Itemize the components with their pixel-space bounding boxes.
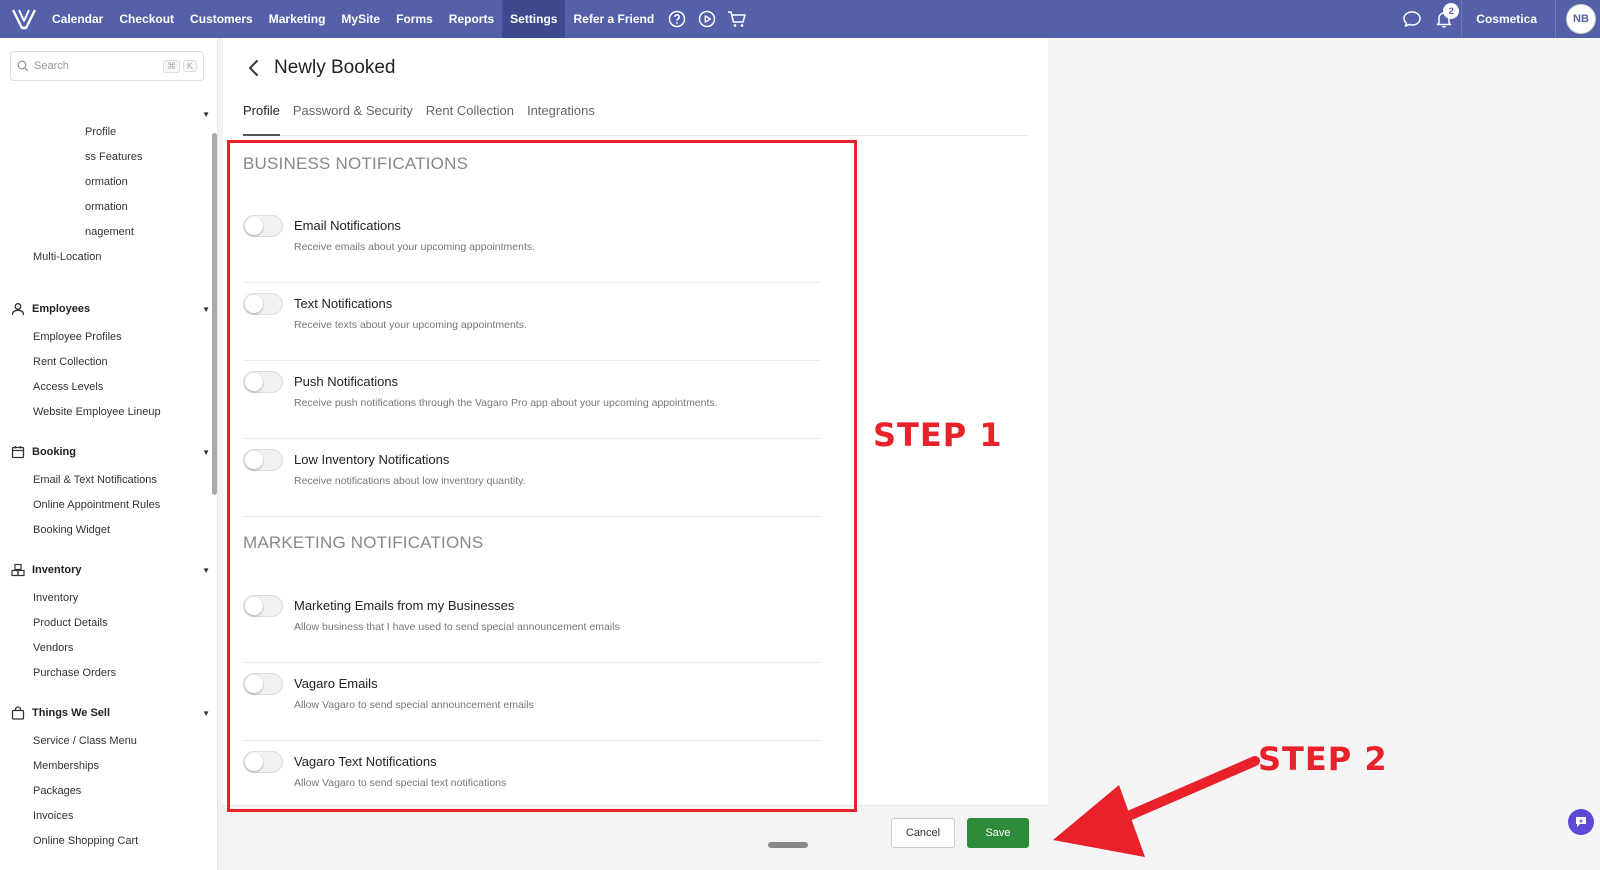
caret-down-icon: ▼ [202, 110, 210, 119]
sidebar-item-rent-collection[interactable]: Rent Collection [0, 350, 212, 375]
sidebar-head-label: Booking [32, 446, 76, 458]
help-icon[interactable] [662, 0, 692, 38]
back-chevron-icon[interactable] [245, 58, 263, 78]
calendar-icon [10, 444, 26, 460]
action-footer: Cancel Save [223, 805, 1048, 870]
sidebar-head-label: Employees [32, 303, 91, 315]
sidebar-group-booking: Booking ▼ Email & Text Notifications Onl… [0, 442, 212, 543]
sidebar-group-things-we-sell: Things We Sell ▼ Service / Class Menu Me… [0, 703, 212, 854]
nav-divider [1555, 0, 1556, 38]
chat-icon[interactable] [1397, 0, 1427, 38]
step1-label: STEP 1 [873, 416, 1003, 454]
sidebar-head-things-we-sell[interactable]: Things We Sell ▼ [0, 703, 212, 723]
sidebar-head-business-clipped[interactable]: ▼ [0, 104, 212, 120]
nav-right-group: 2 Cosmetica NB [1397, 0, 1600, 38]
sidebar-item-business-features[interactable]: ss Features [0, 145, 212, 170]
cancel-button[interactable]: Cancel [891, 818, 955, 848]
nav-calendar[interactable]: Calendar [44, 0, 111, 38]
nav-mysite[interactable]: MySite [333, 0, 388, 38]
play-video-icon[interactable] [692, 0, 722, 38]
notifications-bell[interactable]: 2 [1427, 0, 1461, 38]
save-button[interactable]: Save [967, 818, 1029, 848]
sidebar-item-management[interactable]: nagement [0, 220, 212, 245]
sidebar-head-label: Things We Sell [32, 707, 111, 719]
sidebar-group-employees: Employees ▼ Employee Profiles Rent Colle… [0, 299, 212, 425]
top-navigation-bar: Calendar Checkout Customers Marketing My… [0, 0, 1600, 38]
sidebar-head-employees[interactable]: Employees ▼ [0, 299, 212, 319]
sidebar-item-memberships[interactable]: Memberships [0, 754, 212, 779]
nav-checkout[interactable]: Checkout [111, 0, 182, 38]
sidebar-item-inventory[interactable]: Inventory [0, 586, 212, 611]
tab-integrations[interactable]: Integrations [527, 100, 595, 136]
tab-profile[interactable]: Profile [243, 100, 280, 136]
nav-reports[interactable]: Reports [441, 0, 502, 38]
nav-forms[interactable]: Forms [388, 0, 441, 38]
sidebar-head-label: Inventory [32, 564, 82, 576]
step2-arrow-icon [1053, 756, 1260, 857]
search-icon [17, 60, 29, 72]
tab-rent-collection[interactable]: Rent Collection [426, 100, 514, 136]
business-name[interactable]: Cosmetica [1462, 12, 1555, 26]
sidebar-group-business: ▼ Profile ss Features ormation ormation … [0, 104, 212, 270]
step2-label: STEP 2 [1258, 740, 1388, 778]
shortcut-cmd-key: ⌘ [162, 59, 180, 73]
sidebar-item-invoices[interactable]: Invoices [0, 804, 212, 829]
sidebar-scrollbar[interactable] [212, 133, 217, 495]
sidebar-item-packages[interactable]: Packages [0, 779, 212, 804]
user-avatar[interactable]: NB [1566, 4, 1596, 34]
settings-sidebar: Search ⌘ K ▼ Profile ss Features ormatio… [0, 38, 218, 870]
tab-password-security[interactable]: Password & Security [293, 100, 413, 136]
sidebar-item-booking-widget[interactable]: Booking Widget [0, 518, 212, 543]
sidebar-search-input[interactable]: Search ⌘ K [10, 51, 204, 81]
sidebar-item-profile[interactable]: Profile [0, 120, 212, 145]
sidebar-item-information-2[interactable]: ormation [0, 195, 212, 220]
nav-customers[interactable]: Customers [182, 0, 261, 38]
shortcut-k-key: K [182, 60, 197, 72]
ai-assistant-button[interactable] [1568, 809, 1594, 835]
sidebar-group-inventory: Inventory ▼ Inventory Product Details Ve… [0, 560, 212, 686]
sidebar-item-vendors[interactable]: Vendors [0, 636, 212, 661]
sidebar-item-email-text-notifications[interactable]: Email & Text Notifications [0, 468, 212, 493]
sidebar-item-employee-profiles[interactable]: Employee Profiles [0, 325, 212, 350]
sidebar-item-information-1[interactable]: ormation [0, 170, 212, 195]
sidebar-item-service-class-menu[interactable]: Service / Class Menu [0, 729, 212, 754]
shopping-bag-icon [10, 705, 26, 721]
sparkle-chat-icon [1576, 817, 1586, 827]
notification-count-badge: 2 [1443, 3, 1460, 19]
sidebar-item-purchase-orders[interactable]: Purchase Orders [0, 661, 212, 686]
step1-highlight-box [227, 140, 857, 812]
sidebar-item-product-details[interactable]: Product Details [0, 611, 212, 636]
sidebar-item-access-levels[interactable]: Access Levels [0, 375, 212, 400]
drag-handle[interactable] [768, 842, 808, 848]
sidebar-item-website-employee-lineup[interactable]: Website Employee Lineup [0, 400, 212, 425]
shopping-cart-icon[interactable] [722, 0, 752, 38]
caret-down-icon: ▼ [202, 565, 210, 575]
sidebar-item-online-appointment-rules[interactable]: Online Appointment Rules [0, 493, 212, 518]
boxes-icon [10, 562, 26, 578]
sidebar-item-online-shopping-cart[interactable]: Online Shopping Cart [0, 829, 212, 854]
profile-tabs: Profile Password & Security Rent Collect… [243, 100, 1028, 136]
page-title: Newly Booked [274, 57, 396, 78]
caret-down-icon: ▼ [202, 447, 210, 457]
caret-down-icon: ▼ [202, 304, 210, 314]
sidebar-head-inventory[interactable]: Inventory ▼ [0, 560, 212, 580]
nav-marketing[interactable]: Marketing [261, 0, 334, 38]
sidebar-head-booking[interactable]: Booking ▼ [0, 442, 212, 462]
caret-down-icon: ▼ [202, 708, 210, 718]
search-placeholder: Search [34, 60, 69, 72]
nav-settings[interactable]: Settings [502, 0, 566, 38]
nav-refer-a-friend[interactable]: Refer a Friend [565, 0, 662, 38]
sidebar-item-multi-location[interactable]: Multi-Location [0, 245, 212, 270]
person-icon [10, 301, 26, 317]
vagaro-logo-icon[interactable] [4, 0, 44, 38]
